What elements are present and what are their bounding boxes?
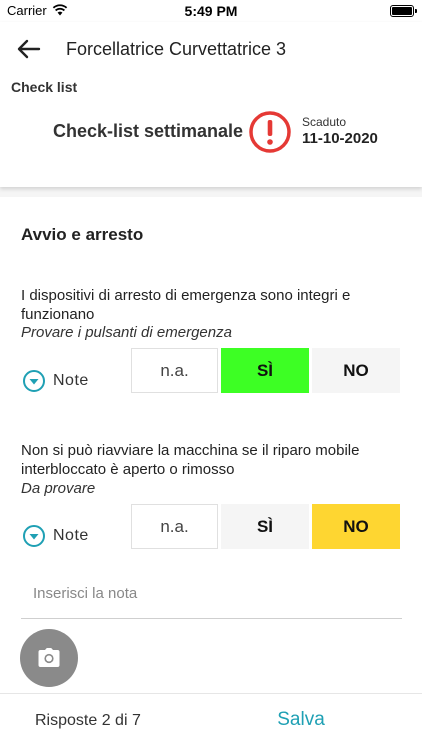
question-hint: Provare i pulsanti di emergenza [21, 324, 232, 341]
question-text: Non si può riavviare la macchina se il r… [21, 442, 360, 478]
option-no-button[interactable]: NO [312, 504, 400, 549]
status-bar: Carrier 5:49 PM [0, 0, 422, 22]
checklist-name: Check-list settimanale [53, 121, 244, 141]
note-input[interactable] [21, 569, 402, 619]
clock-label: 5:49 PM [184, 3, 238, 19]
chevron-down-circle-icon [23, 370, 45, 392]
camera-icon [38, 648, 60, 667]
answers-counter: Risposte 2 di 7 [35, 712, 141, 729]
header: Forcellatrice Curvettatrice 3 Check list… [0, 22, 422, 187]
question-hint: Da provare [21, 480, 96, 497]
checklist-content: Avvio e arresto I dispositivi di arresto… [0, 197, 422, 693]
save-button[interactable]: Salva [262, 709, 340, 731]
section-label: Check list [11, 79, 78, 95]
option-na-button[interactable]: n.a. [131, 348, 218, 393]
option-no-button[interactable]: NO [312, 348, 400, 393]
option-na-button[interactable]: n.a. [131, 504, 218, 549]
chevron-down-circle-icon [23, 525, 45, 547]
note-label: Note [53, 527, 89, 544]
page-title: Forcellatrice Curvettatrice 3 [66, 39, 287, 59]
battery-icon [390, 5, 417, 17]
camera-button[interactable] [20, 629, 78, 687]
arrow-back-icon[interactable] [16, 38, 42, 60]
group-title: Avvio e arresto [21, 225, 144, 244]
due-status-label: Scaduto [302, 115, 347, 129]
footer: Risposte 2 di 7 Salva [0, 693, 422, 750]
due-date: 11-10-2020 [302, 130, 378, 147]
note-toggle[interactable]: Note [22, 368, 89, 394]
option-yes-button[interactable]: SÌ [221, 348, 309, 393]
note-label: Note [53, 372, 89, 389]
note-toggle[interactable]: Note [22, 523, 89, 549]
option-yes-button[interactable]: SÌ [221, 504, 309, 549]
question-text: I dispositivi di arresto di emergenza so… [21, 287, 351, 323]
alert-circle-icon [249, 111, 291, 153]
